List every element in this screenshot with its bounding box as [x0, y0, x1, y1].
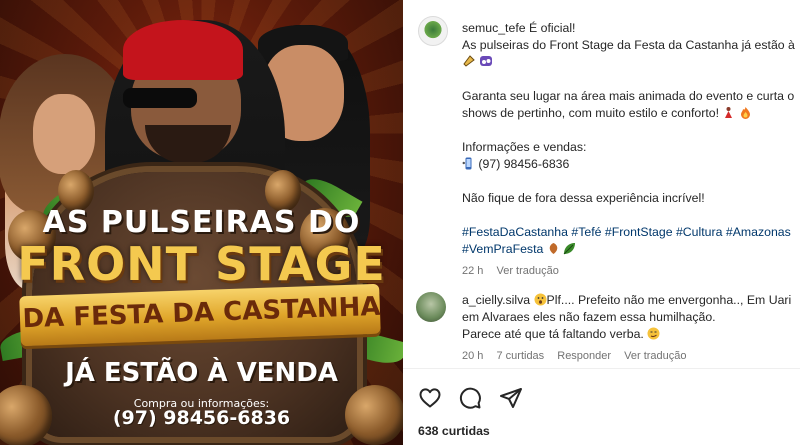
- post-image[interactable]: AS PULSEIRAS DO FRONT STAGE DA FESTA DA …: [0, 0, 403, 445]
- likes-count[interactable]: 638 curtidas: [418, 424, 490, 438]
- heart-icon[interactable]: [418, 386, 442, 410]
- comment-translate-link[interactable]: Ver tradução: [624, 350, 686, 362]
- smirk-face-emoji-icon: [647, 327, 660, 340]
- post-actions: [418, 386, 535, 412]
- share-icon[interactable]: [499, 386, 523, 410]
- caption-text: Não fique de fora dessa experiência incr…: [462, 191, 705, 205]
- caption-text: As pulseiras do Front Stage da Festa da …: [462, 38, 795, 52]
- hashtag-vemprafesta[interactable]: #VemPraFesta: [462, 242, 543, 256]
- post-panel: semuc_tefe É oficial! As pulseiras do Fr…: [403, 0, 800, 445]
- chestnut-emoji-icon: [549, 243, 558, 254]
- caption-text: É oficial!: [525, 21, 576, 35]
- dancer-emoji-icon: [725, 107, 733, 118]
- comment-text: Parece até que tá faltando verba.: [462, 327, 644, 341]
- comment-text: Plf.... Prefeito não me envergonha.., Em…: [546, 293, 792, 307]
- ticket-emoji-icon: [463, 55, 475, 67]
- post-username[interactable]: semuc_tefe: [462, 21, 526, 35]
- caption-text: shows de pertinho, com muito estilo e co…: [462, 106, 719, 120]
- fire-emoji-icon: [740, 107, 750, 119]
- actions-divider: [403, 368, 800, 369]
- caption-text: Garanta seu lugar na área mais animada d…: [462, 89, 795, 103]
- poster-phone: (97) 98456-6836: [112, 407, 291, 429]
- comment-icon[interactable]: [458, 386, 482, 410]
- comment-reply-button[interactable]: Responder: [557, 350, 611, 362]
- music-emoji-icon: [480, 56, 493, 66]
- post-caption: semuc_tefe É oficial! As pulseiras do Fr…: [462, 20, 800, 280]
- phone-emoji-icon: [462, 157, 472, 170]
- hashtags[interactable]: #FestaDaCastanha #Tefé #FrontStage #Cult…: [462, 224, 800, 241]
- post-translate-link[interactable]: Ver tradução: [496, 265, 558, 277]
- leaf-emoji-icon: [563, 243, 576, 255]
- poster-line-1: AS PULSEIRAS DO: [42, 205, 361, 240]
- poster-line-2: FRONT STAGE: [17, 237, 386, 291]
- caption-phone: (97) 98456-6836: [478, 157, 570, 171]
- comment-likes[interactable]: 7 curtidas: [496, 350, 544, 362]
- comment: a_cielly.silva Plf.... Prefeito não me e…: [462, 292, 800, 365]
- poster-line-4: JÁ ESTÃO À VENDA: [65, 358, 338, 388]
- emoji-row: [462, 54, 800, 71]
- post-timestamp: 22 h: [462, 265, 484, 277]
- comment-timestamp: 20 h: [462, 350, 484, 362]
- comment-username[interactable]: a_cielly.silva: [462, 293, 530, 307]
- surprised-face-emoji-icon: [534, 293, 547, 306]
- comment-avatar[interactable]: [416, 292, 446, 322]
- caption-text: Informações e vendas:: [462, 140, 587, 154]
- avatar[interactable]: [418, 16, 448, 46]
- comment-text: em Alvaraes eles não fazem essa humilhaç…: [462, 310, 716, 324]
